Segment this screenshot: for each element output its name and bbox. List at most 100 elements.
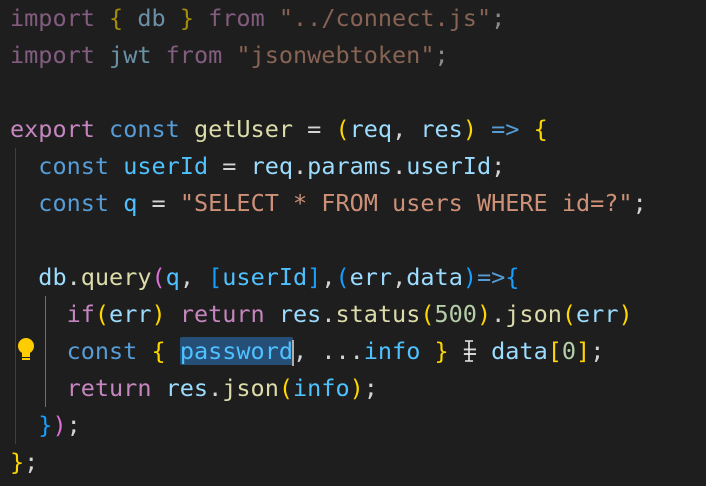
token-punct: .	[392, 152, 407, 180]
token-function: status	[335, 300, 421, 328]
token-keyword: return	[66, 374, 152, 402]
token-bracket: (	[278, 374, 293, 402]
token-operator: =	[222, 152, 237, 180]
ibeam-cursor-icon	[463, 340, 475, 362]
token-arrow: =>	[477, 263, 506, 291]
token-keyword: export	[10, 115, 95, 143]
token-bracket: {	[505, 263, 520, 291]
token-bracket: [	[547, 337, 562, 365]
lightbulb-icon[interactable]	[16, 337, 36, 363]
token-bracket: (	[151, 263, 166, 291]
token-constant: userId	[123, 152, 209, 180]
token-punct: ,	[293, 337, 308, 365]
token-punct: .	[293, 152, 308, 180]
token-bracket: (	[561, 300, 577, 328]
code-line-13[interactable]: };	[10, 444, 38, 481]
token-variable: jwt	[109, 41, 152, 69]
token-punct: ;	[491, 4, 506, 32]
code-line-4[interactable]: export const getUser = (req, res) => {	[10, 111, 548, 148]
token-variable: db	[137, 4, 166, 32]
token-constant: q	[123, 189, 138, 217]
token-keyword: from	[165, 41, 223, 69]
token-variable: res	[165, 374, 209, 402]
token-variable: res	[278, 300, 322, 328]
token-bracket: ]	[576, 337, 591, 365]
token-variable: err	[576, 300, 619, 328]
token-punct: .	[208, 374, 223, 402]
token-bracket: }	[38, 411, 53, 439]
code-line-1[interactable]: import { db } from "../connect.js";	[10, 0, 505, 37]
token-punct: ;	[66, 411, 81, 439]
token-punct: ,	[179, 263, 194, 291]
code-editor[interactable]: import { db } from "../connect.js"; impo…	[0, 0, 706, 486]
token-punct: ;	[24, 448, 39, 476]
token-keyword: const	[109, 115, 180, 143]
token-punct: ;	[363, 374, 378, 402]
token-variable: data	[491, 337, 548, 365]
token-bracket: )	[151, 300, 166, 328]
token-string: "jsonwebtoken"	[236, 41, 435, 69]
token-bracket: }	[179, 4, 194, 32]
token-bracket: )	[462, 115, 477, 143]
token-property: params	[307, 152, 393, 180]
token-punct: ,	[321, 263, 336, 291]
token-bracket: (	[94, 300, 110, 328]
token-bracket: )	[476, 300, 492, 328]
token-string: "../connect.js"	[278, 4, 492, 32]
code-line-8[interactable]: db.query(q, [userId],(err,data)=>{	[10, 259, 519, 296]
token-keyword: const	[38, 152, 110, 180]
token-bracket: (	[420, 300, 435, 328]
token-number: 0	[561, 337, 577, 365]
token-bracket: )	[462, 263, 477, 291]
token-constant: info	[363, 337, 421, 365]
token-bracket: )	[52, 411, 67, 439]
token-keyword: const	[66, 337, 138, 365]
code-line-12[interactable]: });	[10, 407, 81, 444]
code-line-2[interactable]: import jwt from "jsonwebtoken";	[10, 37, 449, 74]
token-punct: ;	[491, 152, 506, 180]
token-function: json	[505, 300, 562, 328]
token-variable: err	[109, 300, 152, 328]
token-operator: =	[307, 115, 322, 143]
token-property: userId	[406, 152, 492, 180]
token-variable: req	[250, 152, 294, 180]
token-constant: info	[293, 374, 350, 402]
token-function: json	[222, 374, 279, 402]
token-punct: ;	[632, 189, 647, 217]
token-keyword: import	[10, 41, 95, 69]
token-bracket: ]	[307, 263, 322, 291]
code-line-11[interactable]: return res.json(info);	[10, 370, 378, 407]
token-bracket: {	[109, 4, 124, 32]
token-keyword: import	[10, 4, 95, 32]
token-operator: =	[151, 189, 166, 217]
code-line-6[interactable]: const q = "SELECT * FROM users WHERE id=…	[10, 185, 647, 222]
token-param: res	[420, 115, 463, 143]
token-punct: .	[66, 263, 81, 291]
token-bracket: )	[349, 374, 364, 402]
token-keyword: if	[66, 300, 95, 328]
token-punct: ,	[392, 263, 407, 291]
token-variable: db	[38, 263, 67, 291]
token-keyword: const	[38, 189, 110, 217]
token-spread: ...	[321, 337, 364, 365]
token-punct: .	[321, 300, 336, 328]
token-function: getUser	[193, 115, 293, 143]
code-line-10[interactable]: const { password, ...info } = data[0];	[10, 333, 604, 370]
token-number: 500	[434, 300, 477, 328]
token-param: data	[406, 263, 463, 291]
selected-token-password[interactable]: password	[179, 337, 293, 365]
token-bracket: [	[208, 263, 223, 291]
code-line-5[interactable]: const userId = req.params.userId;	[10, 148, 505, 185]
token-bracket: (	[335, 115, 350, 143]
code-line-9[interactable]: if(err) return res.status(500).json(err)	[10, 296, 633, 333]
token-function: query	[80, 263, 152, 291]
token-param: err	[349, 263, 393, 291]
token-punct: ;	[434, 41, 449, 69]
token-bracket: (	[335, 263, 350, 291]
token-keyword: return	[179, 300, 265, 328]
token-punct: .	[491, 300, 506, 328]
token-bracket: )	[618, 300, 633, 328]
token-bracket: }	[10, 448, 25, 476]
token-punct: ,	[392, 115, 407, 143]
token-bracket: {	[533, 115, 548, 143]
